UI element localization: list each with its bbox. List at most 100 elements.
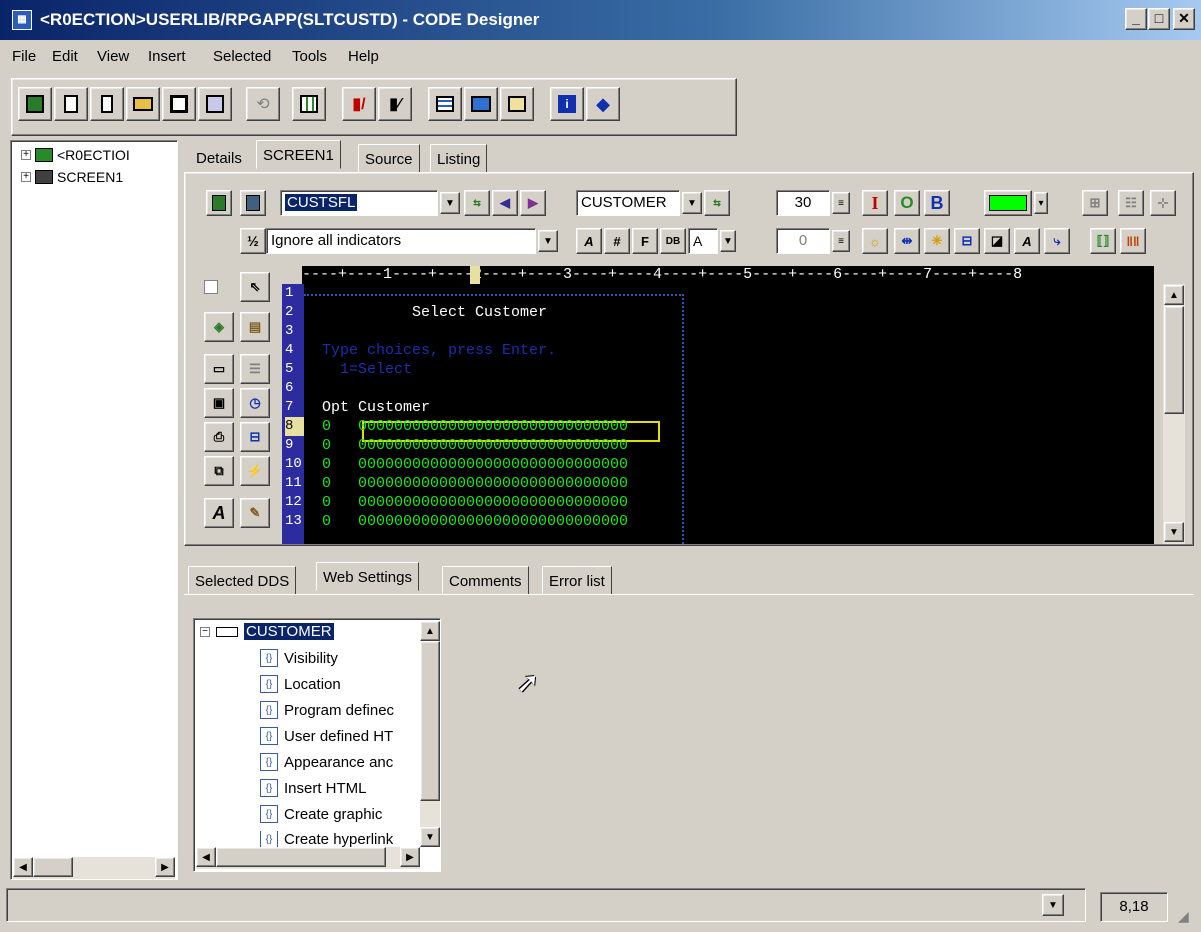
screen-vscrollbar[interactable]: ▲ ▼ xyxy=(1163,284,1185,544)
menu-insert[interactable]: Insert xyxy=(148,48,186,65)
tree-item-insert-html[interactable]: {} Insert HTML xyxy=(260,779,367,797)
file-combo-dropdown-icon[interactable]: ▼ xyxy=(682,192,702,214)
note-tool-icon[interactable]: ✎ xyxy=(240,498,270,528)
printer-tool-icon[interactable]: ⎙ xyxy=(204,422,234,452)
bars-icon[interactable]: ‖‖ xyxy=(1120,228,1146,254)
align-icon[interactable]: ⊞ xyxy=(1082,190,1108,216)
lightning-tool-icon[interactable]: ⚡ xyxy=(240,456,270,486)
resize-grip-icon[interactable]: ◢ xyxy=(1178,908,1189,925)
previous-icon[interactable]: ◀ xyxy=(492,190,518,216)
menu-tools[interactable]: Tools xyxy=(292,48,327,65)
record-combo-dropdown-icon[interactable]: ▼ xyxy=(440,192,460,214)
tab-selected-dds[interactable]: Selected DDS xyxy=(188,566,297,595)
italic-button[interactable]: I xyxy=(862,190,888,216)
color-dropdown-icon[interactable]: ▾ xyxy=(1034,192,1048,214)
clock-tool-icon[interactable]: ◷ xyxy=(240,388,270,418)
grid-icon[interactable] xyxy=(292,87,326,121)
tree-item-appearance[interactable]: {} Appearance anc xyxy=(260,753,393,771)
tree-item-program-defined[interactable]: {} Program definec xyxy=(260,701,394,719)
scroll-thumb[interactable] xyxy=(216,847,386,867)
grid-cross-icon[interactable]: ⊹ xyxy=(1150,190,1176,216)
new-file-icon[interactable] xyxy=(54,87,88,121)
tree-item-screen1[interactable]: + SCREEN1 xyxy=(21,169,123,185)
file-nav-icon[interactable]: ⇆ xyxy=(704,190,730,216)
blink-icon[interactable]: ✳ xyxy=(924,228,950,254)
pointer-tool-icon[interactable]: ⇖ xyxy=(240,272,270,302)
scroll-down-icon[interactable]: ▼ xyxy=(1164,522,1184,542)
attr-combo[interactable]: A xyxy=(688,228,718,254)
tab-error-list[interactable]: Error list xyxy=(542,566,612,595)
small-value-field[interactable]: 0 xyxy=(776,228,830,254)
position-icon[interactable]: ⤷ xyxy=(1044,228,1070,254)
record-combo[interactable]: CUSTSFL xyxy=(280,190,438,216)
input-box-tool-icon[interactable]: ▭ xyxy=(204,354,234,384)
palette-tool-2-icon[interactable]: ▤ xyxy=(240,312,270,342)
expand-icon[interactable]: + xyxy=(21,172,31,182)
indicator-combo[interactable]: Ignore all indicators xyxy=(266,228,536,254)
dds-tree-vscrollbar[interactable]: ▲ ▼ xyxy=(420,621,440,847)
size-spinner-icon[interactable]: ≡ xyxy=(832,192,850,214)
field-bracket-icon[interactable]: ⟦⟧ xyxy=(1090,228,1116,254)
tab-screen1[interactable]: SCREEN1 xyxy=(256,140,341,169)
reverse-icon[interactable]: ◪ xyxy=(984,228,1010,254)
prev-next-record-icon[interactable]: ⇆ xyxy=(464,190,490,216)
close-button[interactable]: ✕ xyxy=(1173,8,1195,30)
new-project-icon[interactable] xyxy=(18,87,52,121)
maximize-button[interactable]: □ xyxy=(1148,8,1170,30)
menu-edit[interactable]: Edit xyxy=(52,48,78,65)
database-field-icon[interactable]: DB xyxy=(660,228,686,254)
scroll-thumb[interactable] xyxy=(420,641,440,801)
tree-item-user-defined-html[interactable]: {} User defined HT xyxy=(260,727,393,745)
menu-file[interactable]: File xyxy=(12,48,36,65)
list-box-tool-icon[interactable]: ☰ xyxy=(240,354,270,384)
dialog-tool-icon[interactable]: ⊟ xyxy=(240,422,270,452)
scroll-down-icon[interactable]: ▼ xyxy=(420,827,440,847)
record-icon[interactable] xyxy=(206,190,232,216)
menu-help[interactable]: Help xyxy=(348,48,379,65)
tab-comments[interactable]: Comments xyxy=(442,566,529,595)
tree-item-project[interactable]: + <R0ECTIOI xyxy=(21,147,130,163)
check-edit-icon[interactable]: ▮/ xyxy=(342,87,376,121)
tree-item-location[interactable]: {} Location xyxy=(260,675,341,693)
list-icon[interactable] xyxy=(428,87,462,121)
copy-tool-icon[interactable]: ⧉ xyxy=(204,456,234,486)
menu-selected[interactable]: Selected xyxy=(213,48,271,65)
indicator-combo-dropdown-icon[interactable]: ▼ xyxy=(538,230,558,252)
save-all-icon[interactable] xyxy=(198,87,232,121)
new-document-icon[interactable] xyxy=(90,87,124,121)
size-field[interactable]: 30 xyxy=(776,190,830,216)
file-combo[interactable]: CUSTOMER xyxy=(576,190,680,216)
indicator-icon[interactable]: ½ xyxy=(240,228,266,254)
record-props-icon[interactable] xyxy=(240,190,266,216)
save-icon[interactable] xyxy=(162,87,196,121)
edit-doc-icon[interactable]: ▮⁄ xyxy=(378,87,412,121)
tab-web-settings[interactable]: Web Settings xyxy=(316,562,419,591)
small-spinner-icon[interactable]: ≡ xyxy=(832,230,850,252)
palette-tool-1-icon[interactable]: ◈ xyxy=(204,312,234,342)
diamond-icon[interactable]: ◆ xyxy=(586,87,620,121)
scroll-thumb[interactable] xyxy=(33,857,73,877)
color-picker[interactable] xyxy=(984,190,1032,216)
grid-lines-icon[interactable]: ☷ xyxy=(1118,190,1144,216)
open-folder-icon[interactable] xyxy=(126,87,160,121)
scroll-right-icon[interactable]: ▶ xyxy=(400,847,420,867)
underline-icon[interactable]: A xyxy=(1014,228,1040,254)
attr-combo-dropdown-icon[interactable]: ▼ xyxy=(720,230,736,252)
tree-item-create-hyperlink[interactable]: {} Create hyperlink xyxy=(260,831,393,847)
bold-button[interactable]: B xyxy=(924,190,950,216)
scroll-up-icon[interactable]: ▲ xyxy=(1164,285,1184,305)
column-separator-icon[interactable]: ⇹ xyxy=(894,228,920,254)
expand-icon[interactable]: + xyxy=(21,150,31,160)
menu-view[interactable]: View xyxy=(97,48,129,65)
scroll-thumb[interactable] xyxy=(1164,306,1184,414)
tab-source[interactable]: Source xyxy=(358,144,420,173)
collapse-icon[interactable]: − xyxy=(200,626,210,637)
numeric-field-icon[interactable]: # xyxy=(604,228,630,254)
tree-root-customer[interactable]: − CUSTOMER xyxy=(200,623,334,640)
panel-icon[interactable] xyxy=(500,87,534,121)
dds-tree-hscrollbar[interactable]: ◀ ▶ xyxy=(196,847,420,869)
overline-button[interactable]: O xyxy=(894,190,920,216)
scroll-up-icon[interactable]: ▲ xyxy=(420,621,440,641)
function-field-icon[interactable]: F xyxy=(632,228,658,254)
tree-item-create-graphic[interactable]: {} Create graphic xyxy=(260,805,382,823)
